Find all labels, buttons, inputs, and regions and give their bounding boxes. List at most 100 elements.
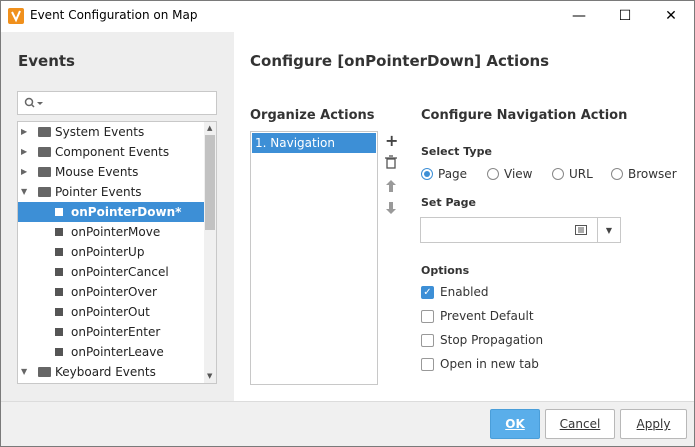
type-radio-page[interactable]: Page xyxy=(421,167,467,181)
move-up-button[interactable] xyxy=(386,177,396,196)
radio-label: Page xyxy=(438,167,468,181)
tree-label: onPointerOut xyxy=(71,305,150,319)
radio-icon[interactable] xyxy=(552,168,564,180)
scroll-down-icon[interactable]: ▼ xyxy=(207,372,212,380)
type-radio-url[interactable]: URL xyxy=(552,167,593,181)
scroll-up-icon[interactable]: ▲ xyxy=(207,124,212,132)
checkbox-icon[interactable] xyxy=(421,309,434,323)
list-icon[interactable] xyxy=(575,225,587,235)
tree-label: onPointerMove xyxy=(71,225,161,239)
maximize-icon: ☐ xyxy=(618,8,632,24)
event-icon xyxy=(55,248,63,256)
radio-icon[interactable] xyxy=(611,168,623,180)
tree-leaf[interactable]: onPointerEnter xyxy=(18,322,204,342)
tree-folder[interactable]: ▼ Pointer Events xyxy=(18,182,204,202)
minimize-icon: — xyxy=(572,8,586,24)
actions-list[interactable]: 1. Navigation xyxy=(250,131,378,385)
move-down-button[interactable] xyxy=(386,199,396,218)
option-label: Open in new tab xyxy=(440,357,539,371)
event-icon xyxy=(55,268,63,276)
type-radio-browser[interactable]: Browser xyxy=(611,167,677,181)
search-input[interactable] xyxy=(17,91,217,115)
tree-label: onPointerLeave xyxy=(71,345,164,359)
option-label: Enabled xyxy=(440,285,489,299)
option-label: Stop Propagation xyxy=(440,333,544,347)
tree-label: Pointer Events xyxy=(55,185,142,199)
cancel-button[interactable]: Cancel xyxy=(545,409,615,439)
organize-actions-title: Organize Actions xyxy=(250,108,375,123)
set-page-input[interactable] xyxy=(420,217,598,243)
tree-label: onPointerEnter xyxy=(71,325,161,339)
events-title: Events xyxy=(18,52,75,70)
event-icon xyxy=(55,348,63,356)
checkbox-icon[interactable] xyxy=(421,333,434,347)
folder-icon xyxy=(38,147,51,157)
arrow-up-icon xyxy=(386,180,396,192)
tree-scroll-thumb[interactable] xyxy=(205,135,215,230)
tree-folder[interactable]: ▶ System Events xyxy=(18,122,204,142)
folder-icon xyxy=(38,167,51,177)
trash-icon xyxy=(385,155,397,169)
tree-leaf[interactable]: onPointerOut xyxy=(18,302,204,322)
tree-folder[interactable]: ▼ Keyboard Events xyxy=(18,362,204,382)
tree-leaf[interactable]: onPointerDown* xyxy=(18,202,204,222)
chevron-right-icon[interactable]: ▶ xyxy=(21,147,27,156)
option-checkbox-row[interactable]: Stop Propagation xyxy=(421,333,543,347)
tree-label: onPointerUp xyxy=(71,245,145,259)
tree-leaf[interactable]: onPointerOver xyxy=(18,282,204,302)
radio-label: View xyxy=(504,167,533,181)
app-icon xyxy=(8,8,24,24)
maximize-button[interactable]: ☐ xyxy=(602,0,648,32)
tree-leaf[interactable]: onPointerMove xyxy=(18,222,204,242)
radio-label: Browser xyxy=(628,167,677,181)
plus-icon: + xyxy=(385,131,399,150)
apply-button[interactable]: Apply xyxy=(620,409,687,439)
delete-action-button[interactable] xyxy=(385,154,397,173)
tree-folder[interactable]: ▶ Component Events xyxy=(18,142,204,162)
type-radio-view[interactable]: View xyxy=(487,167,532,181)
radio-icon[interactable] xyxy=(487,168,499,180)
tree-folder[interactable]: ▶ Mouse Events xyxy=(18,162,204,182)
tree-label: onPointerOver xyxy=(71,285,157,299)
tree-label: Keyboard Events xyxy=(55,365,156,379)
tree-label: Mouse Events xyxy=(55,165,139,179)
tree-leaf[interactable]: onPointerLeave xyxy=(18,342,204,362)
close-button[interactable]: ✕ xyxy=(648,0,694,32)
radio-icon[interactable] xyxy=(421,168,433,180)
tree-label: System Events xyxy=(55,125,145,139)
options-label: Options xyxy=(421,264,470,277)
folder-icon xyxy=(38,127,51,137)
tree-leaf[interactable]: onPointerUp xyxy=(18,242,204,262)
chevron-right-icon[interactable]: ▶ xyxy=(21,167,27,176)
set-page-label: Set Page xyxy=(421,196,476,209)
chevron-down-icon[interactable]: ▼ xyxy=(21,367,27,376)
tree-leaf[interactable]: onPointerCancel xyxy=(18,262,204,282)
tree-label: onPointerCancel xyxy=(71,265,169,279)
event-icon xyxy=(55,328,63,336)
action-item[interactable]: 1. Navigation xyxy=(252,133,376,153)
tree-label: Component Events xyxy=(55,145,170,159)
window-title: Event Configuration on Map xyxy=(30,8,198,22)
configure-title: Configure [onPointerDown] Actions xyxy=(250,52,550,70)
set-page-dropdown-button[interactable]: ▼ xyxy=(597,217,621,243)
event-icon xyxy=(55,288,63,296)
chevron-down-icon: ▼ xyxy=(605,225,613,235)
checkbox-icon[interactable] xyxy=(421,357,434,371)
chevron-down-icon[interactable]: ▼ xyxy=(21,187,27,196)
option-checkbox-row[interactable]: Open in new tab xyxy=(421,357,539,371)
folder-open-icon xyxy=(38,367,51,377)
add-action-button[interactable]: + xyxy=(385,131,398,150)
chevron-right-icon[interactable]: ▶ xyxy=(21,127,27,136)
select-type-label: Select Type xyxy=(421,145,492,158)
option-checkbox-row[interactable]: ✓ Enabled xyxy=(421,285,489,299)
ok-button[interactable]: OK xyxy=(490,409,540,439)
close-icon: ✕ xyxy=(665,8,677,24)
navigation-action-title: Configure Navigation Action xyxy=(421,108,628,123)
search-icon xyxy=(24,97,43,108)
minimize-button[interactable]: — xyxy=(556,0,602,32)
event-icon xyxy=(55,228,63,236)
checkbox-checked-icon[interactable]: ✓ xyxy=(421,285,434,299)
option-checkbox-row[interactable]: Prevent Default xyxy=(421,309,534,323)
event-tree[interactable]: ▶ System Events ▶ Component Events ▶ Mouse Ev… xyxy=(17,121,217,384)
arrow-down-icon xyxy=(386,202,396,214)
